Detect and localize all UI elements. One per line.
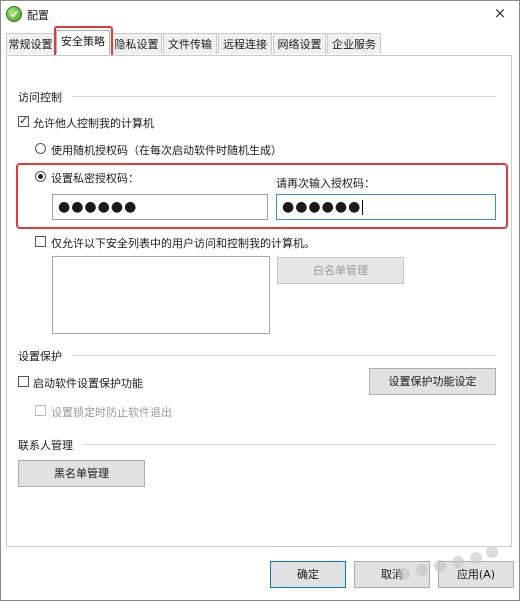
watermark-dot — [398, 568, 410, 580]
watermark-dot — [486, 546, 498, 558]
watermark-dot — [470, 552, 482, 564]
watermark-dots — [398, 544, 498, 584]
settings-protection-divider — [72, 355, 496, 356]
contacts-divider — [84, 444, 496, 445]
whitelist-only-checkbox[interactable] — [35, 236, 46, 247]
allow-remote-control-label: 允许他人控制我的计算机 — [33, 117, 154, 130]
whitelist-listbox[interactable] — [52, 256, 270, 334]
watermark-dot — [434, 560, 446, 572]
ok-button[interactable]: 确定 — [270, 561, 346, 588]
whitelist-manage-button[interactable]: 白名单管理 — [277, 257, 404, 284]
watermark-dot — [416, 564, 428, 576]
window-title: 配置 — [27, 9, 49, 22]
settings-protection-title: 设置保护 — [18, 350, 62, 363]
enable-protection-checkbox[interactable] — [18, 376, 29, 387]
access-control-title: 访问控制 — [18, 91, 62, 104]
tab-file-transfer[interactable]: 文件传输 — [163, 33, 217, 54]
random-code-radio[interactable] — [35, 143, 46, 154]
tab-privacy[interactable]: 隐私设置 — [111, 33, 162, 54]
private-code-label: 设置私密授权码： — [51, 172, 139, 185]
tab-enterprise[interactable]: 企业服务 — [327, 33, 381, 54]
enable-protection-label: 启动软件设置保护功能 — [33, 377, 143, 390]
allow-remote-control-checkbox[interactable] — [18, 114, 29, 127]
confirm-code-value: ●●●●●● — [282, 199, 362, 215]
tab-remote-connection[interactable]: 远程连接 — [218, 33, 272, 54]
private-code-input[interactable]: ●●●●●● — [52, 194, 268, 220]
random-code-label: 使用随机授权码（在每次启动软件时随机生成） — [51, 144, 282, 157]
confirm-code-input[interactable]: ●●●●●● — [276, 194, 496, 220]
contacts-title: 联系人管理 — [18, 439, 73, 452]
tab-network[interactable]: 网络设置 — [273, 33, 326, 54]
tab-general[interactable]: 常规设置 — [6, 33, 55, 54]
private-code-radio[interactable] — [35, 171, 46, 182]
access-control-divider — [72, 96, 496, 97]
prevent-exit-label: 设置锁定时防止软件退出 — [51, 406, 172, 419]
private-code-value: ●●●●●● — [58, 199, 138, 215]
confirm-code-label: 请再次输入授权码： — [276, 177, 375, 190]
title-bar: 配置 × — [1, 1, 519, 25]
whitelist-only-label: 仅允许以下安全列表中的用户访问和控制我的计算机。 — [51, 237, 315, 250]
close-icon[interactable]: × — [487, 3, 513, 23]
blacklist-manage-button[interactable]: 黑名单管理 — [18, 460, 145, 487]
watermark-dot — [452, 556, 464, 568]
protection-settings-button[interactable]: 设置保护功能设定 — [369, 368, 496, 395]
text-caret — [362, 199, 364, 215]
app-logo-icon — [6, 6, 22, 22]
prevent-exit-checkbox[interactable] — [35, 405, 46, 416]
